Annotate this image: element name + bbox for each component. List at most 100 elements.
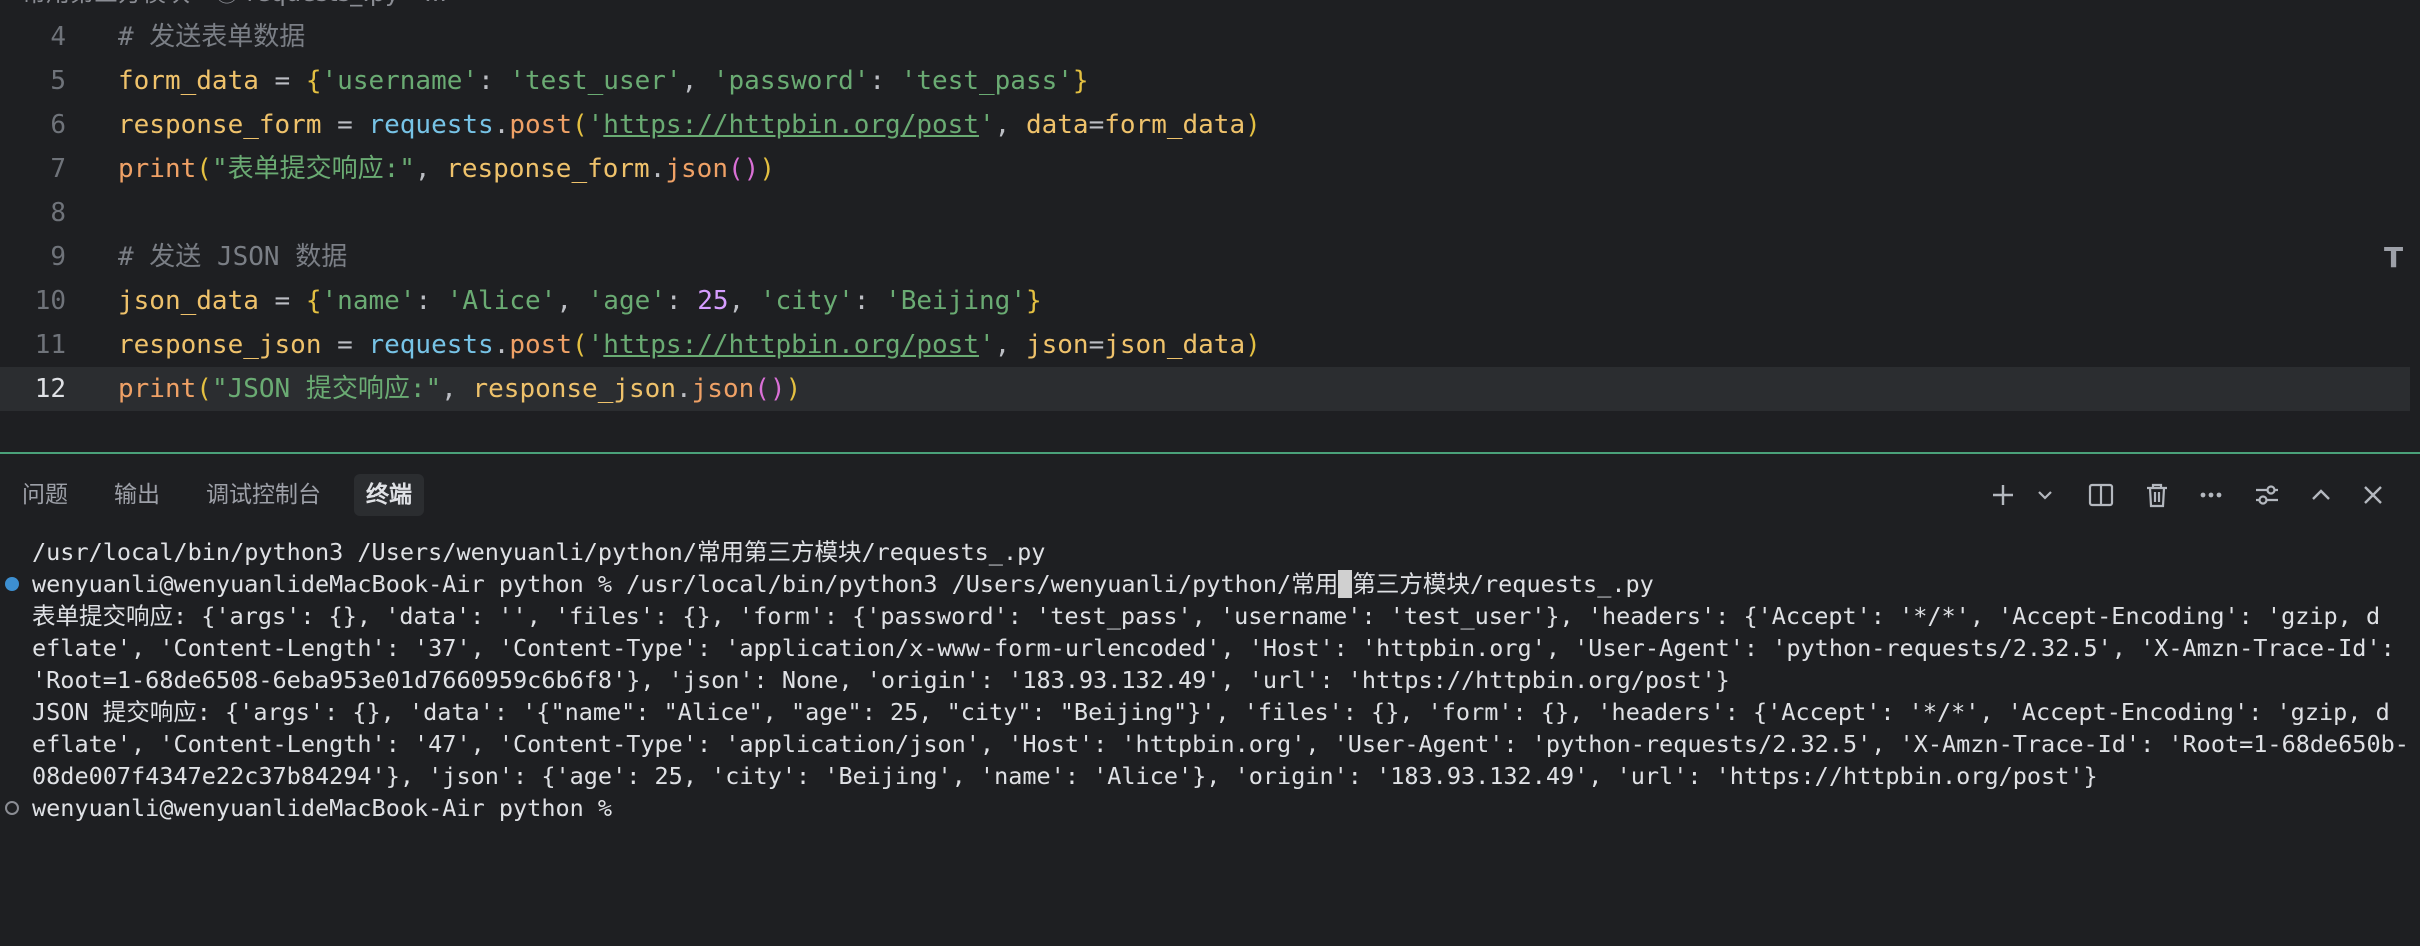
line-number[interactable]: 8 <box>0 191 66 235</box>
code-token: () <box>754 374 786 404</box>
code-line[interactable]: 6 response_form = requests.post('https://… <box>0 103 2410 147</box>
code-token: = <box>258 286 306 316</box>
code-text[interactable]: form_data = {'username': 'test_user', 'p… <box>118 59 1089 103</box>
code-token: . <box>649 154 666 184</box>
code-token: data <box>1025 110 1089 140</box>
close-icon[interactable] <box>2358 480 2388 510</box>
code-token: . <box>493 110 510 140</box>
code-token: 'test_user' <box>509 66 682 96</box>
terminal-text: 第三方模块/requests_.py <box>1352 570 1654 598</box>
code-token: 'name' <box>321 286 416 316</box>
code-line[interactable]: 4 # 发送表单数据 <box>0 15 2410 59</box>
code-token: json_data <box>1104 330 1246 360</box>
terminal-line: eflate', 'Content-Length': '47', 'Conten… <box>32 730 2409 758</box>
code-text[interactable]: response_form = requests.post('https://h… <box>118 103 1261 147</box>
code-token: = <box>1088 110 1105 140</box>
code-token: { <box>305 66 322 96</box>
more-icon[interactable] <box>2196 480 2226 510</box>
terminal-line: eflate', 'Content-Length': '37', 'Conten… <box>32 634 2395 662</box>
code-text[interactable]: print("JSON 提交响应:", response_json.json()… <box>118 367 801 411</box>
code-token: = <box>321 110 369 140</box>
code-token: = <box>258 66 306 96</box>
code-token: , <box>728 286 760 316</box>
line-number[interactable]: 4 <box>0 15 66 59</box>
maximize-panel-icon[interactable] <box>2306 480 2336 510</box>
code-token: # 发送表单数据 <box>118 22 306 52</box>
code-editor[interactable]: 常用第三方模块 › ⓟ requests_.py › ... 4 # 发送表单数据… <box>0 0 2420 452</box>
line-number[interactable]: 10 <box>0 279 66 323</box>
line-number[interactable]: 7 <box>0 147 66 191</box>
tab-debug-console[interactable]: 调试控制台 <box>194 474 333 516</box>
tab-terminal[interactable]: 终端 <box>354 474 424 516</box>
code-token: = <box>1088 330 1105 360</box>
code-token: , <box>441 374 473 404</box>
code-token: ' <box>978 110 995 140</box>
terminal-text: wenyuanli@wenyuanlideMacBook-Air python … <box>32 570 1339 598</box>
code-token: , <box>414 154 447 184</box>
text-format-icon[interactable]: T <box>2384 244 2408 272</box>
plus-icon[interactable] <box>1988 480 2018 510</box>
code-line-current[interactable]: 12 print("JSON 提交响应:", response_json.json… <box>0 367 2410 411</box>
line-number[interactable]: 9 <box>0 235 66 279</box>
code-link[interactable]: https://httpbin.org/post <box>603 110 979 140</box>
code-token: { <box>305 286 322 316</box>
code-token: 'password' <box>712 66 870 96</box>
code-token: . <box>675 374 692 404</box>
code-text[interactable]: # 发送表单数据 <box>118 15 305 59</box>
code-token: post <box>509 110 572 140</box>
code-token: ) <box>785 374 802 404</box>
code-token: "表单提交响应:" <box>211 154 415 184</box>
command-status-dot[interactable] <box>5 577 19 591</box>
code-token: json <box>1025 330 1089 360</box>
code-token: , <box>994 330 1026 360</box>
trash-icon[interactable] <box>2142 480 2172 510</box>
code-line[interactable]: 11 response_json = requests.post('https:/… <box>0 323 2410 367</box>
tab-output[interactable]: 输出 <box>102 474 172 516</box>
line-number[interactable]: 5 <box>0 59 66 103</box>
code-token: print <box>118 374 197 404</box>
line-number[interactable]: 12 <box>0 367 66 411</box>
code-token: requests <box>368 330 494 360</box>
code-line[interactable]: 10 json_data = {'name': 'Alice', 'age': 2… <box>0 279 2410 323</box>
code-token: response_form <box>446 154 650 184</box>
tab-problems[interactable]: 问题 <box>10 474 80 516</box>
code-line[interactable]: 7 print("表单提交响应:", response_form.json()) <box>0 147 2410 191</box>
terminal-cursor <box>1338 570 1353 598</box>
code-token: . <box>493 330 510 360</box>
code-token: form_data <box>118 66 259 96</box>
terminal-line: wenyuanli@wenyuanlideMacBook-Air python … <box>32 794 613 822</box>
code-token: print <box>118 154 197 184</box>
code-token: post <box>509 330 572 360</box>
code-token: ) <box>1245 110 1261 140</box>
code-token: # 发送 JSON 数据 <box>118 242 348 272</box>
code-token: response_form <box>118 110 322 140</box>
line-number[interactable]: 6 <box>0 103 66 147</box>
code-text[interactable]: json_data = {'name': 'Alice', 'age': 25,… <box>118 279 1042 323</box>
code-line[interactable]: 5 form_data = {'username': 'test_user', '… <box>0 59 2410 103</box>
code-text[interactable]: # 发送 JSON 数据 <box>118 235 347 279</box>
prompt-status-dot[interactable] <box>5 801 19 815</box>
code-line[interactable]: 8 <box>0 191 2410 235</box>
chevron-down-icon[interactable] <box>2034 480 2056 510</box>
code-token: response_json <box>472 374 676 404</box>
code-token: : <box>415 286 447 316</box>
terminal-line: 'Root=1-68de6508-6eba953e01d7660959c6b6f… <box>32 666 1730 694</box>
code-token: : <box>478 66 510 96</box>
settings-sliders-icon[interactable] <box>2252 480 2282 510</box>
terminal-line: wenyuanli@wenyuanlideMacBook-Air python … <box>32 568 1654 600</box>
code-line[interactable]: 9 # 发送 JSON 数据 <box>0 235 2410 279</box>
code-text[interactable]: response_json = requests.post('https://h… <box>118 323 1261 367</box>
code-token: 'age' <box>587 286 666 316</box>
code-token: = <box>321 330 369 360</box>
code-token: 'username' <box>321 66 479 96</box>
bottom-panel: 问题 输出 调试控制台 终端 /usr/local/bin/python3 /U… <box>0 454 2420 946</box>
breadcrumb[interactable]: 常用第三方模块 › ⓟ requests_.py › ... <box>22 0 447 8</box>
code-token: json <box>691 374 755 404</box>
code-link[interactable]: https://httpbin.org/post <box>603 330 979 360</box>
code-text[interactable]: print("表单提交响应:", response_form.json()) <box>118 147 775 191</box>
line-number[interactable]: 11 <box>0 323 66 367</box>
code-token: 'Beijing' <box>885 286 1026 316</box>
code-token: ) <box>759 154 775 184</box>
split-terminal-icon[interactable] <box>2086 480 2116 510</box>
terminal-output[interactable]: /usr/local/bin/python3 /Users/wenyuanli/… <box>0 538 2420 938</box>
